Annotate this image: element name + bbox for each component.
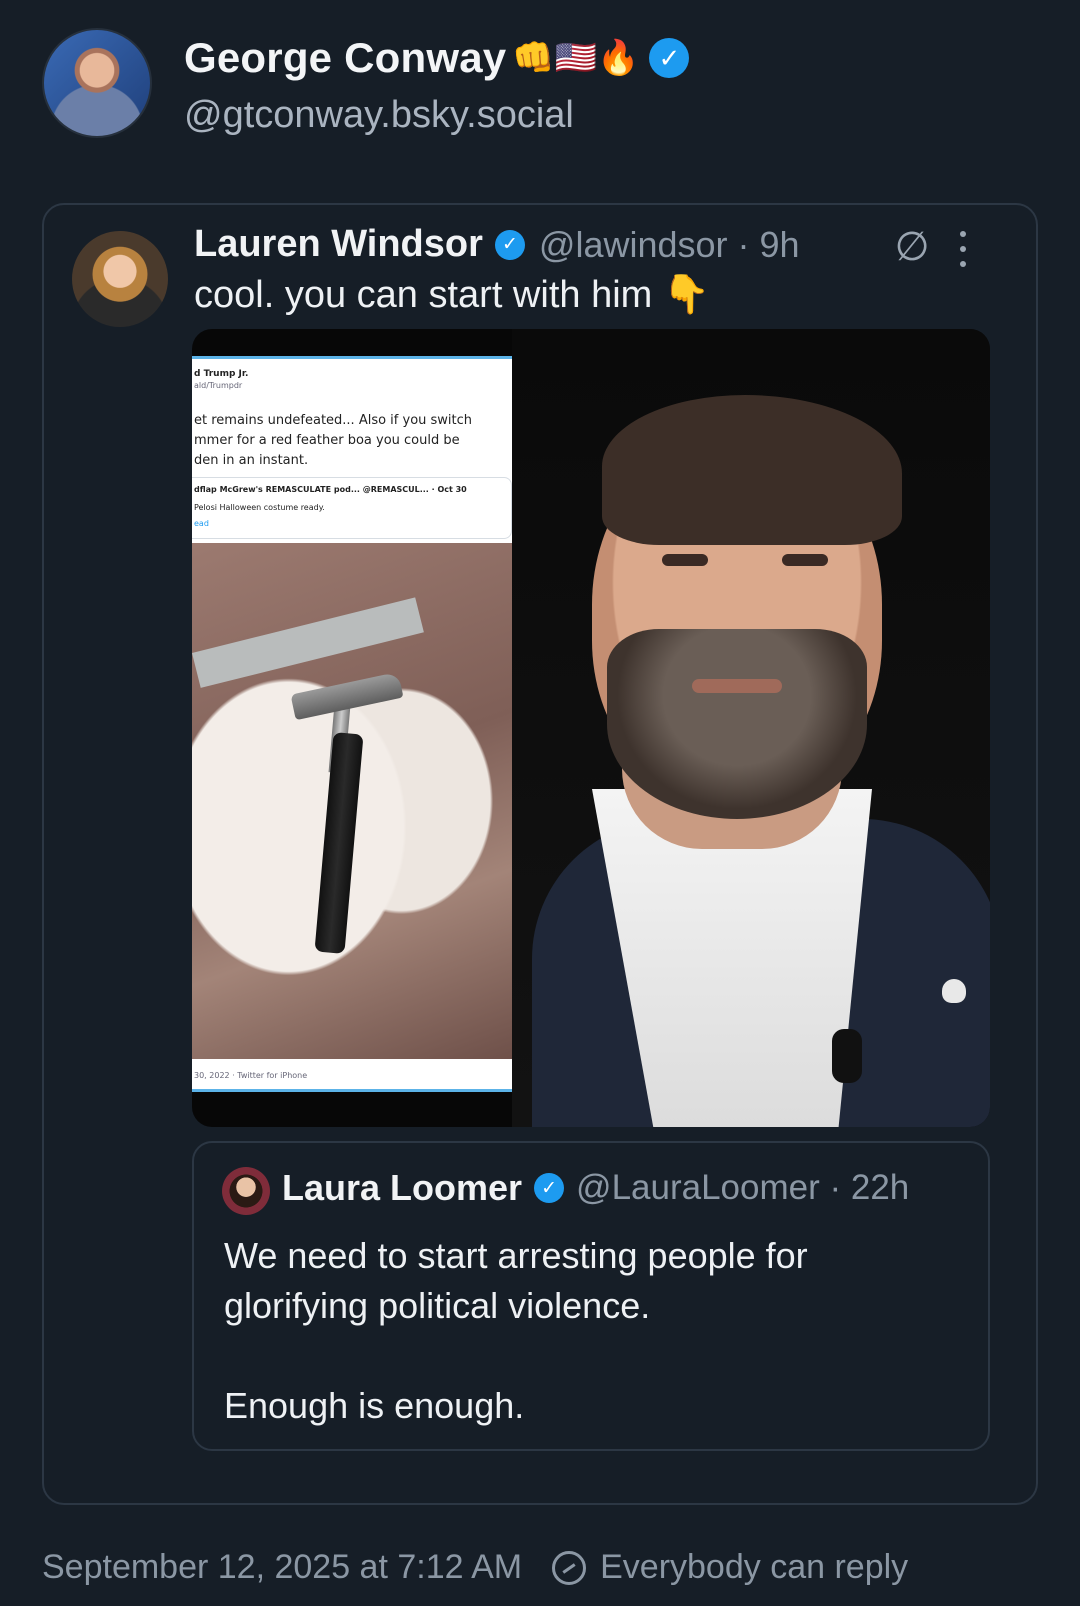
- quote-author-avatar[interactable]: [222, 1167, 270, 1215]
- verified-badge-icon: ✓: [534, 1173, 565, 1203]
- quote-text-line: glorifying political violence.: [224, 1285, 651, 1326]
- quote-text: We need to start arresting people for gl…: [224, 1231, 964, 1431]
- lapel-pin-shape: [942, 979, 966, 1003]
- reply-restriction-icon: [552, 1550, 587, 1585]
- author-avatar[interactable]: [42, 28, 152, 138]
- post-author: George Conway 👊🇺🇸🔥 ✓ @gtconway.bsky.soci…: [42, 28, 690, 138]
- microphone-shape: [832, 1029, 862, 1083]
- author-name[interactable]: George Conway: [184, 34, 506, 82]
- quote-author-name[interactable]: Laura Loomer: [282, 1167, 522, 1209]
- eye-shape: [662, 554, 708, 566]
- embed-author-avatar[interactable]: [72, 231, 168, 327]
- quote-text-line: We need to start arresting people for: [224, 1235, 808, 1276]
- embed-image[interactable]: d Trump Jr. ald/Trumpdr et remains undef…: [192, 329, 990, 1127]
- tweet-screenshot: d Trump Jr. ald/Trumpdr et remains undef…: [192, 356, 524, 1092]
- post-page: George Conway 👊🇺🇸🔥 ✓ @gtconway.bsky.soci…: [0, 0, 1080, 1606]
- embed-handle-time: @lawindsor · 9h: [538, 223, 800, 265]
- mouth-shape: [692, 679, 782, 693]
- empty-set-icon[interactable]: ∅: [890, 225, 934, 269]
- quote-handle-time: @LauraLoomer · 22h: [576, 1168, 910, 1207]
- quote-text-line: Enough is enough.: [224, 1385, 525, 1426]
- beard-shape: [607, 629, 867, 819]
- author-text: George Conway 👊🇺🇸🔥 ✓ @gtconway.bsky.soci…: [184, 28, 690, 137]
- portrait-photo: [512, 329, 990, 1127]
- embed-header: Lauren Windsor ✓ @lawindsor · 9h: [194, 223, 800, 266]
- author-emojis: 👊🇺🇸🔥: [512, 38, 640, 78]
- screenshot-line: Pelosi Halloween costume ready.: [194, 503, 325, 512]
- screenshot-line: d Trump Jr.: [194, 369, 249, 379]
- screenshot-line: 30, 2022 · Twitter for iPhone: [194, 1071, 308, 1080]
- author-handle[interactable]: @gtconway.bsky.social: [184, 94, 689, 137]
- screenshot-photo: [192, 543, 514, 1059]
- vertical-ellipsis-icon[interactable]: [948, 227, 978, 271]
- post-footer: September 12, 2025 at 7:12 AM Everybody …: [42, 1548, 908, 1587]
- author-name-row: George Conway 👊🇺🇸🔥 ✓: [184, 34, 690, 82]
- screenshot-line: dflap McGrew's REMASCULATE pod... @REMAS…: [194, 485, 467, 494]
- screenshot-line: ead: [194, 519, 209, 528]
- embed-author-name[interactable]: Lauren Windsor: [194, 223, 483, 266]
- verified-badge-icon[interactable]: ✓: [649, 38, 690, 78]
- quote-header: Laura Loomer ✓ @LauraLoomer · 22h: [282, 1167, 909, 1209]
- embed-text: cool. you can start with him 👇: [194, 274, 711, 316]
- screenshot-line: den in an instant.: [194, 453, 309, 468]
- eye-shape: [782, 554, 828, 566]
- post-timestamp[interactable]: September 12, 2025 at 7:12 AM: [42, 1548, 522, 1587]
- verified-badge-icon: ✓: [494, 229, 525, 260]
- screenshot-line: mmer for a red feather boa you could be: [194, 433, 460, 448]
- screenshot-line: ald/Trumpdr: [194, 381, 243, 390]
- screenshot-line: et remains undefeated... Also if you swi…: [194, 413, 473, 428]
- nested-quote-post[interactable]: Laura Loomer ✓ @LauraLoomer · 22h We nee…: [192, 1141, 990, 1451]
- reply-setting[interactable]: Everybody can reply: [600, 1548, 908, 1587]
- embedded-post[interactable]: Lauren Windsor ✓ @lawindsor · 9h ∅ cool.…: [42, 203, 1038, 1505]
- hair-shape: [602, 395, 902, 545]
- hammer-handle-shape: [314, 732, 364, 954]
